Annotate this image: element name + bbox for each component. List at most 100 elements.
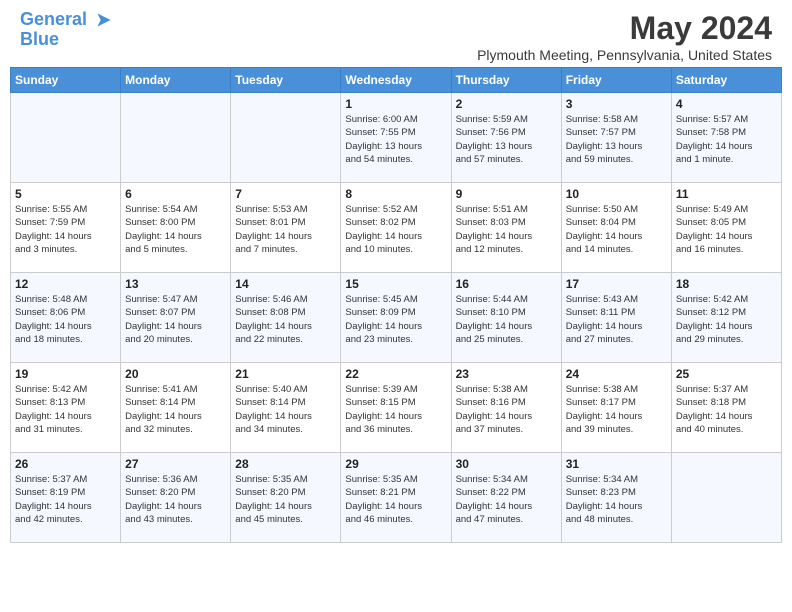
day-number: 24 — [566, 367, 667, 381]
cell-content: Sunrise: 5:38 AMSunset: 8:17 PMDaylight:… — [566, 383, 667, 436]
calendar-cell — [671, 453, 781, 543]
title-block: May 2024 Plymouth Meeting, Pennsylvania,… — [477, 10, 772, 63]
cell-content: Sunrise: 5:42 AMSunset: 8:12 PMDaylight:… — [676, 293, 777, 346]
cell-content: Sunrise: 5:51 AMSunset: 8:03 PMDaylight:… — [456, 203, 557, 256]
calendar-wrapper: SundayMondayTuesdayWednesdayThursdayFrid… — [0, 67, 792, 553]
weekday-header: Wednesday — [341, 68, 451, 93]
day-number: 8 — [345, 187, 446, 201]
calendar-cell: 24 Sunrise: 5:38 AMSunset: 8:17 PMDayligh… — [561, 363, 671, 453]
calendar-cell: 31Sunrise: 5:34 AMSunset: 8:23 PMDayligh… — [561, 453, 671, 543]
calendar-cell: 7 Sunrise: 5:53 AMSunset: 8:01 PMDaylight… — [231, 183, 341, 273]
calendar-cell: 28Sunrise: 5:35 AMSunset: 8:20 PMDayligh… — [231, 453, 341, 543]
day-number: 18 — [676, 277, 777, 291]
calendar-cell: 5 Sunrise: 5:55 AMSunset: 7:59 PMDaylight… — [11, 183, 121, 273]
day-number: 15 — [345, 277, 446, 291]
cell-content: Sunrise: 5:43 AMSunset: 8:11 PMDaylight:… — [566, 293, 667, 346]
weekday-header: Sunday — [11, 68, 121, 93]
calendar-cell: 25 Sunrise: 5:37 AMSunset: 8:18 PMDayligh… — [671, 363, 781, 453]
cell-content: Sunrise: 5:44 AMSunset: 8:10 PMDaylight:… — [456, 293, 557, 346]
day-number: 29 — [345, 457, 446, 471]
day-number: 5 — [15, 187, 116, 201]
day-number: 26 — [15, 457, 116, 471]
cell-content: Sunrise: 5:37 AMSunset: 8:18 PMDaylight:… — [676, 383, 777, 436]
calendar-cell: 9 Sunrise: 5:51 AMSunset: 8:03 PMDaylight… — [451, 183, 561, 273]
cell-content: Sunrise: 5:35 AMSunset: 8:21 PMDaylight:… — [345, 473, 446, 526]
cell-content: Sunrise: 5:34 AMSunset: 8:22 PMDaylight:… — [456, 473, 557, 526]
day-number: 12 — [15, 277, 116, 291]
calendar-cell: 4Sunrise: 5:57 AMSunset: 7:58 PMDaylight… — [671, 93, 781, 183]
day-number: 9 — [456, 187, 557, 201]
day-number: 22 — [345, 367, 446, 381]
calendar-cell: 26 Sunrise: 5:37 AMSunset: 8:19 PMDayligh… — [11, 453, 121, 543]
cell-content: Sunrise: 5:58 AMSunset: 7:57 PMDaylight:… — [566, 113, 667, 166]
calendar-cell: 13 Sunrise: 5:47 AMSunset: 8:07 PMDayligh… — [121, 273, 231, 363]
calendar-cell: 20 Sunrise: 5:41 AMSunset: 8:14 PMDayligh… — [121, 363, 231, 453]
day-number: 16 — [456, 277, 557, 291]
cell-content: Sunrise: 5:45 AMSunset: 8:09 PMDaylight:… — [345, 293, 446, 346]
cell-content: Sunrise: 5:49 AMSunset: 8:05 PMDaylight:… — [676, 203, 777, 256]
logo-icon — [94, 10, 114, 30]
calendar-cell: 6 Sunrise: 5:54 AMSunset: 8:00 PMDaylight… — [121, 183, 231, 273]
day-number: 20 — [125, 367, 226, 381]
cell-content: Sunrise: 5:40 AMSunset: 8:14 PMDaylight:… — [235, 383, 336, 436]
day-number: 23 — [456, 367, 557, 381]
calendar-cell: 1Sunrise: 6:00 AMSunset: 7:55 PMDaylight… — [341, 93, 451, 183]
calendar-cell: 3 Sunrise: 5:58 AMSunset: 7:57 PMDaylight… — [561, 93, 671, 183]
calendar-cell: 23 Sunrise: 5:38 AMSunset: 8:16 PMDayligh… — [451, 363, 561, 453]
cell-content: Sunrise: 5:50 AMSunset: 8:04 PMDaylight:… — [566, 203, 667, 256]
calendar-cell: 2 Sunrise: 5:59 AMSunset: 7:56 PMDaylight… — [451, 93, 561, 183]
day-number: 7 — [235, 187, 336, 201]
cell-content: Sunrise: 5:59 AMSunset: 7:56 PMDaylight:… — [456, 113, 557, 166]
calendar-cell — [121, 93, 231, 183]
location-title: Plymouth Meeting, Pennsylvania, United S… — [477, 47, 772, 63]
calendar-table: SundayMondayTuesdayWednesdayThursdayFrid… — [10, 67, 782, 543]
calendar-cell: 11 Sunrise: 5:49 AMSunset: 8:05 PMDayligh… — [671, 183, 781, 273]
calendar-cell: 12Sunrise: 5:48 AMSunset: 8:06 PMDayligh… — [11, 273, 121, 363]
cell-content: Sunrise: 5:47 AMSunset: 8:07 PMDaylight:… — [125, 293, 226, 346]
day-number: 11 — [676, 187, 777, 201]
calendar-cell: 21 Sunrise: 5:40 AMSunset: 8:14 PMDayligh… — [231, 363, 341, 453]
day-number: 2 — [456, 97, 557, 111]
cell-content: Sunrise: 5:57 AMSunset: 7:58 PMDaylight:… — [676, 113, 777, 166]
cell-content: Sunrise: 5:36 AMSunset: 8:20 PMDaylight:… — [125, 473, 226, 526]
day-number: 31 — [566, 457, 667, 471]
calendar-cell: 17Sunrise: 5:43 AMSunset: 8:11 PMDayligh… — [561, 273, 671, 363]
month-title: May 2024 — [477, 10, 772, 47]
cell-content: Sunrise: 5:41 AMSunset: 8:14 PMDaylight:… — [125, 383, 226, 436]
calendar-cell: 16 Sunrise: 5:44 AMSunset: 8:10 PMDayligh… — [451, 273, 561, 363]
logo: General Blue — [20, 10, 114, 50]
cell-content: Sunrise: 5:42 AMSunset: 8:13 PMDaylight:… — [15, 383, 116, 436]
weekday-header: Saturday — [671, 68, 781, 93]
page-header: General Blue May 2024 Plymouth Meeting, … — [0, 0, 792, 67]
day-number: 28 — [235, 457, 336, 471]
logo-text2: Blue — [20, 30, 114, 50]
calendar-cell: 27 Sunrise: 5:36 AMSunset: 8:20 PMDayligh… — [121, 453, 231, 543]
day-number: 10 — [566, 187, 667, 201]
cell-content: Sunrise: 5:52 AMSunset: 8:02 PMDaylight:… — [345, 203, 446, 256]
day-number: 30 — [456, 457, 557, 471]
weekday-header: Friday — [561, 68, 671, 93]
day-number: 25 — [676, 367, 777, 381]
day-number: 6 — [125, 187, 226, 201]
day-number: 13 — [125, 277, 226, 291]
cell-content: Sunrise: 5:37 AMSunset: 8:19 PMDaylight:… — [15, 473, 116, 526]
cell-content: Sunrise: 5:54 AMSunset: 8:00 PMDaylight:… — [125, 203, 226, 256]
weekday-header: Thursday — [451, 68, 561, 93]
day-number: 19 — [15, 367, 116, 381]
cell-content: Sunrise: 5:39 AMSunset: 8:15 PMDaylight:… — [345, 383, 446, 436]
calendar-cell: 14Sunrise: 5:46 AMSunset: 8:08 PMDayligh… — [231, 273, 341, 363]
day-number: 21 — [235, 367, 336, 381]
cell-content: Sunrise: 5:38 AMSunset: 8:16 PMDaylight:… — [456, 383, 557, 436]
calendar-cell: 22 Sunrise: 5:39 AMSunset: 8:15 PMDayligh… — [341, 363, 451, 453]
cell-content: Sunrise: 5:55 AMSunset: 7:59 PMDaylight:… — [15, 203, 116, 256]
weekday-header: Tuesday — [231, 68, 341, 93]
calendar-cell: 18 Sunrise: 5:42 AMSunset: 8:12 PMDayligh… — [671, 273, 781, 363]
calendar-cell: 8 Sunrise: 5:52 AMSunset: 8:02 PMDaylight… — [341, 183, 451, 273]
day-number: 3 — [566, 97, 667, 111]
cell-content: Sunrise: 5:53 AMSunset: 8:01 PMDaylight:… — [235, 203, 336, 256]
day-number: 14 — [235, 277, 336, 291]
logo-text: General — [20, 10, 114, 30]
calendar-cell: 15 Sunrise: 5:45 AMSunset: 8:09 PMDayligh… — [341, 273, 451, 363]
calendar-cell: 19 Sunrise: 5:42 AMSunset: 8:13 PMDayligh… — [11, 363, 121, 453]
day-number: 27 — [125, 457, 226, 471]
